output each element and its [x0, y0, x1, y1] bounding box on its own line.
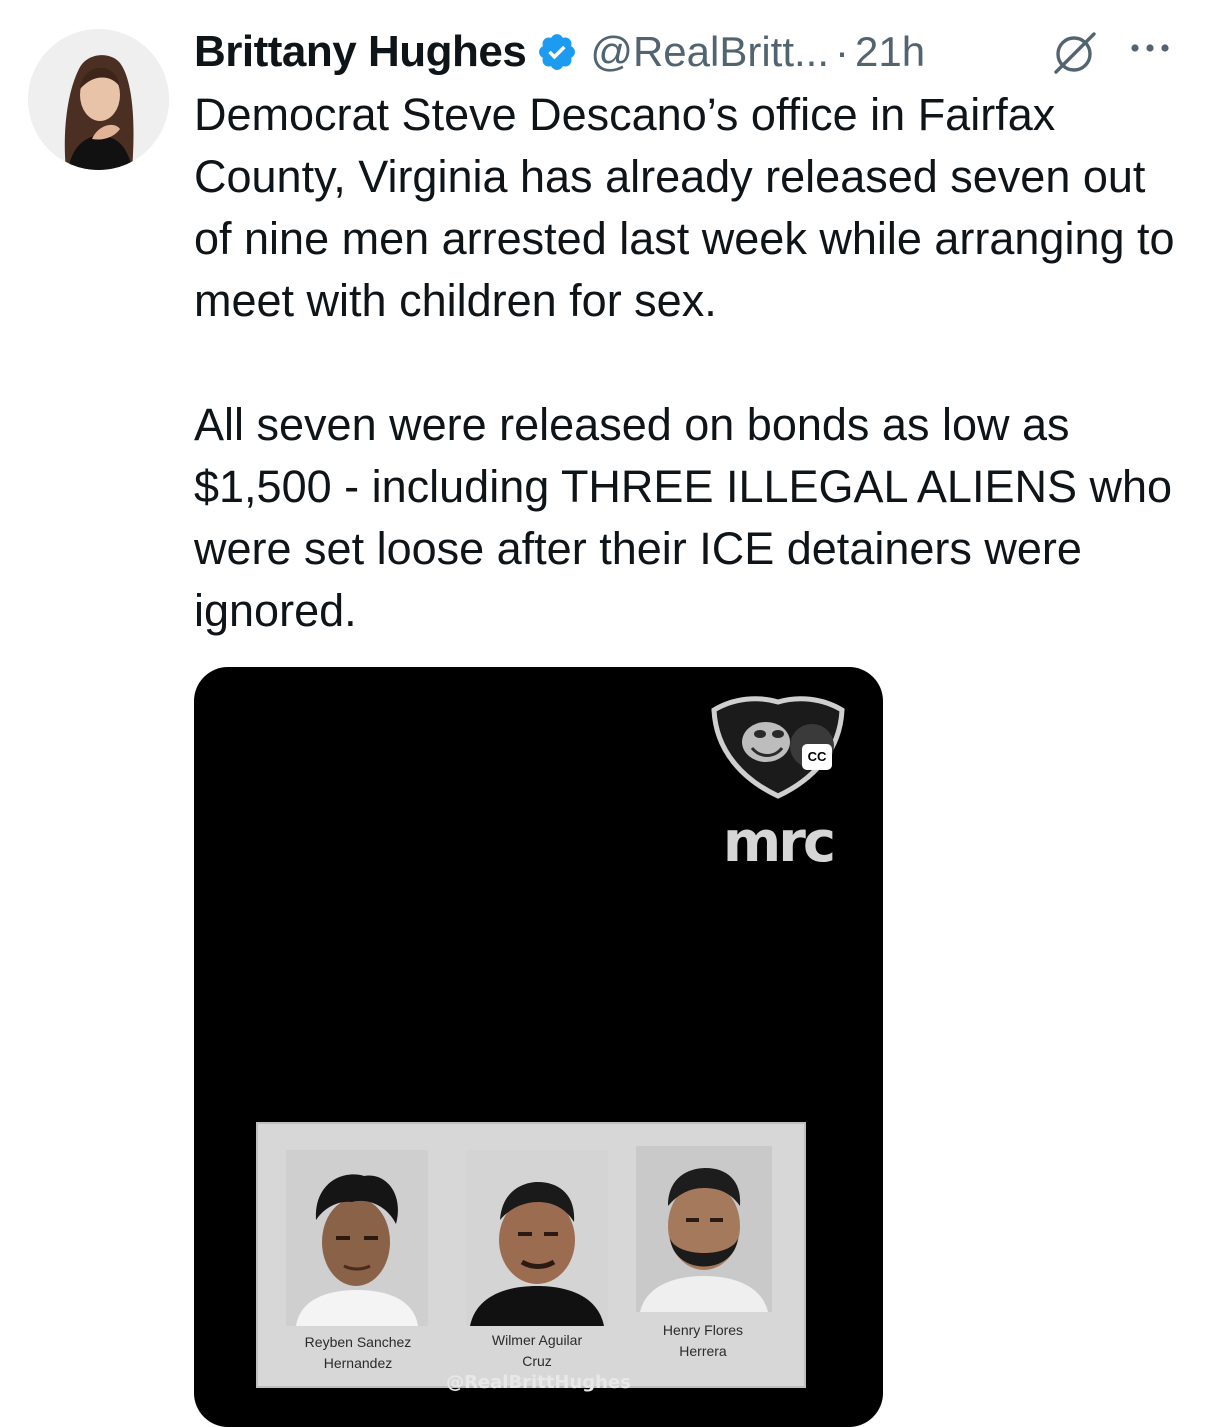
mrc-wordmark: mrc: [722, 810, 836, 875]
closed-captions-badge[interactable]: CC: [802, 744, 832, 770]
avatar-photo: [28, 29, 169, 170]
timestamp[interactable]: 21h: [855, 28, 925, 76]
mugshot-photo: [466, 1150, 608, 1326]
video-watermark: @RealBrittHughes: [446, 1372, 631, 1393]
avatar[interactable]: [28, 29, 169, 170]
separator-dot: ·: [835, 28, 850, 75]
mugshot-caption: Wilmer Aguilar Cruz: [491, 1332, 583, 1369]
mugshot-photo: [286, 1150, 428, 1326]
more-icon[interactable]: [1128, 26, 1172, 76]
mugshot-caption: Reyben Sanchez Hernandez: [304, 1334, 412, 1371]
author-handle[interactable]: @RealBritt...: [590, 28, 829, 76]
bulldog-shield-icon: [711, 696, 845, 799]
tweet-paragraph: Democrat Steve Descano’s office in Fairf…: [194, 89, 1175, 326]
author-name[interactable]: Brittany Hughes: [194, 27, 527, 77]
tweet-paragraph: All seven were released on bonds as low …: [194, 399, 1173, 636]
tweet-text: Democrat Steve Descano’s office in Fairf…: [194, 84, 1184, 642]
mugshot-caption: Henry Flores Herrera: [662, 1322, 744, 1359]
mrc-logo: CC mrc: [694, 692, 864, 875]
tweet-header: Brittany Hughes @RealBritt... · 21h: [194, 24, 1178, 80]
mugshot-collage: Reyben Sanchez Hernandez Wilmer Aguilar …: [256, 1122, 806, 1388]
mugshot-photo: [636, 1146, 772, 1312]
verified-badge-icon[interactable]: [536, 31, 578, 73]
grok-icon[interactable]: [1050, 26, 1100, 76]
tweet-media-video[interactable]: CC mrc Reyben Sanchez Hernandez Wilmer A…: [194, 667, 883, 1427]
